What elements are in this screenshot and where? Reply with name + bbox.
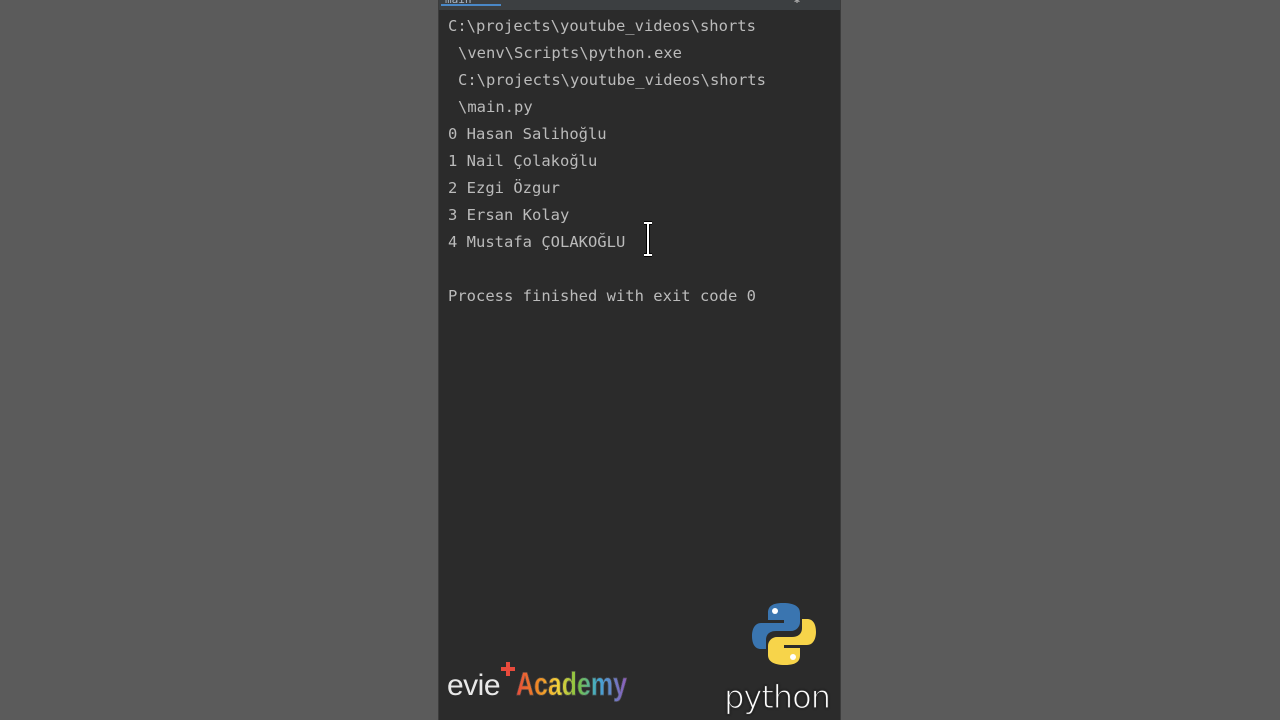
console-line: 1 Nail Çolakoğlu [448,152,598,170]
console-line: \main.py [458,98,533,116]
python-logo-icon [750,600,818,668]
console-line: \venv\Scripts\python.exe [458,44,682,62]
run-console-panel: main ✱ C:\projects\youtube_videos\shorts… [438,0,841,720]
console-line: Process finished with exit code 0 [448,287,756,305]
console-line: 0 Hasan Salihoğlu [448,125,607,143]
tab-main[interactable]: main [441,0,501,6]
console-output[interactable]: C:\projects\youtube_videos\shorts \venv\S… [448,13,836,310]
tab-label: main [445,0,472,4]
console-line: C:\projects\youtube_videos\shorts [458,71,766,89]
channel-name-prefix: evie [447,669,501,702]
python-wordmark: python [723,677,831,716]
text-cursor-icon [642,221,654,257]
console-line: C:\projects\youtube_videos\shorts [448,17,756,35]
channel-logo: evie Academy [447,662,658,706]
video-footer: evie Academy python [439,590,840,720]
right-backdrop [841,0,1280,720]
channel-name-suffix: Academy [516,666,628,703]
gear-icon[interactable]: ✱ [794,0,804,6]
console-line: 2 Ezgi Özgur [448,179,560,197]
plus-icon [500,660,516,680]
run-tab-bar: main ✱ [439,0,840,10]
left-backdrop [0,0,438,720]
